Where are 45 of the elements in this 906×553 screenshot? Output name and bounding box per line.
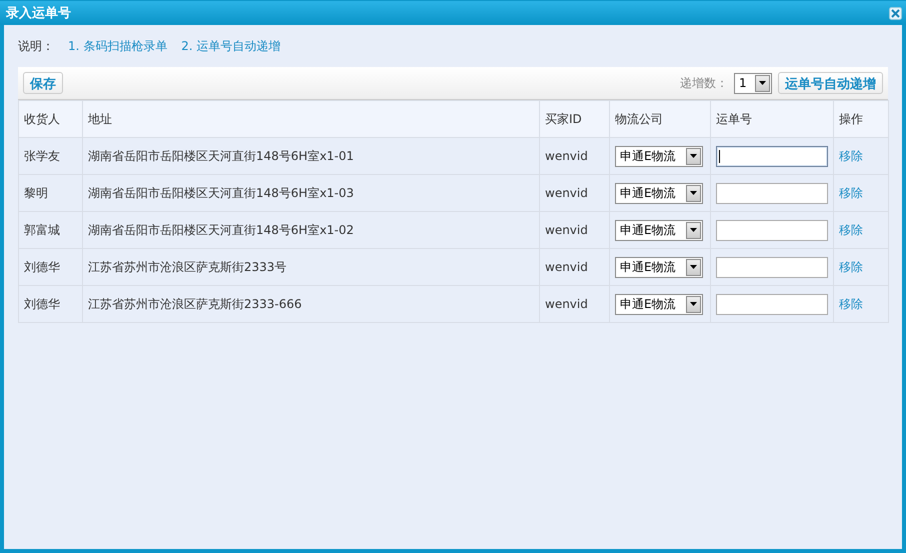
table-cell: 湖南省岳阳市岳阳楼区天河直街148号6H室x1-02 [82,212,540,248]
table-cell: 黎明 [18,174,82,212]
table-cell: wenvid [540,248,610,286]
carrier-select[interactable]: 申通E物流 [615,182,703,204]
table-cell: wenvid [540,212,610,248]
help-link[interactable]: 2. 运单号自动递增 [181,38,281,54]
window-title: 录入运单号 [6,4,71,22]
tracking-number-field[interactable] [716,294,828,314]
tracking-number-field[interactable] [716,146,828,166]
remove-link[interactable]: 移除 [839,296,863,310]
table-cell: 湖南省岳阳市岳阳楼区天河直街148号6H室x1-03 [82,174,540,212]
instructions-label: 说明： [18,38,54,54]
table-cell: wenvid [540,138,610,174]
remove-link[interactable]: 移除 [839,260,863,274]
carrier-select[interactable]: 申通E物流 [615,294,703,314]
column-header: 操作 [834,100,888,138]
tracking-number-field[interactable] [716,182,828,204]
table-cell: wenvid [540,174,610,212]
step-select[interactable]: 1 [734,72,772,94]
carrier-select[interactable]: 申通E物流 [615,146,703,166]
column-header: 物流公司 [610,100,710,138]
step-label: 递增数： [680,74,728,92]
column-header: 收货人 [18,100,82,138]
carrier-select[interactable]: 申通E物流 [615,220,703,240]
remove-link[interactable]: 移除 [839,186,863,200]
table-cell: 湖南省岳阳市岳阳楼区天河直街148号6H室x1-01 [82,138,540,174]
close-icon[interactable] [889,6,902,20]
tracking-number-field[interactable] [716,256,828,278]
remove-link[interactable]: 移除 [839,222,863,236]
column-header: 运单号 [710,100,834,138]
table-cell: 江苏省苏州市沧浪区萨克斯街2333号 [82,248,540,286]
column-header: 地址 [82,100,540,138]
column-header: 买家ID [540,100,610,138]
save-button[interactable]: 保存 [23,72,63,94]
carrier-select[interactable]: 申通E物流 [615,256,703,278]
table-cell: 刘德华 [18,248,82,286]
auto-increment-button[interactable]: 运单号自动递增 [778,72,883,94]
table-cell: 郭富城 [18,212,82,248]
table-cell: 张学友 [18,138,82,174]
tracking-number-field[interactable] [716,220,828,240]
remove-link[interactable]: 移除 [839,148,863,162]
help-link[interactable]: 1. 条码扫描枪录单 [68,38,168,54]
table-cell: wenvid [540,286,610,322]
table-cell: 刘德华 [18,286,82,322]
table-cell: 江苏省苏州市沧浪区萨克斯街2333-666 [82,286,540,322]
